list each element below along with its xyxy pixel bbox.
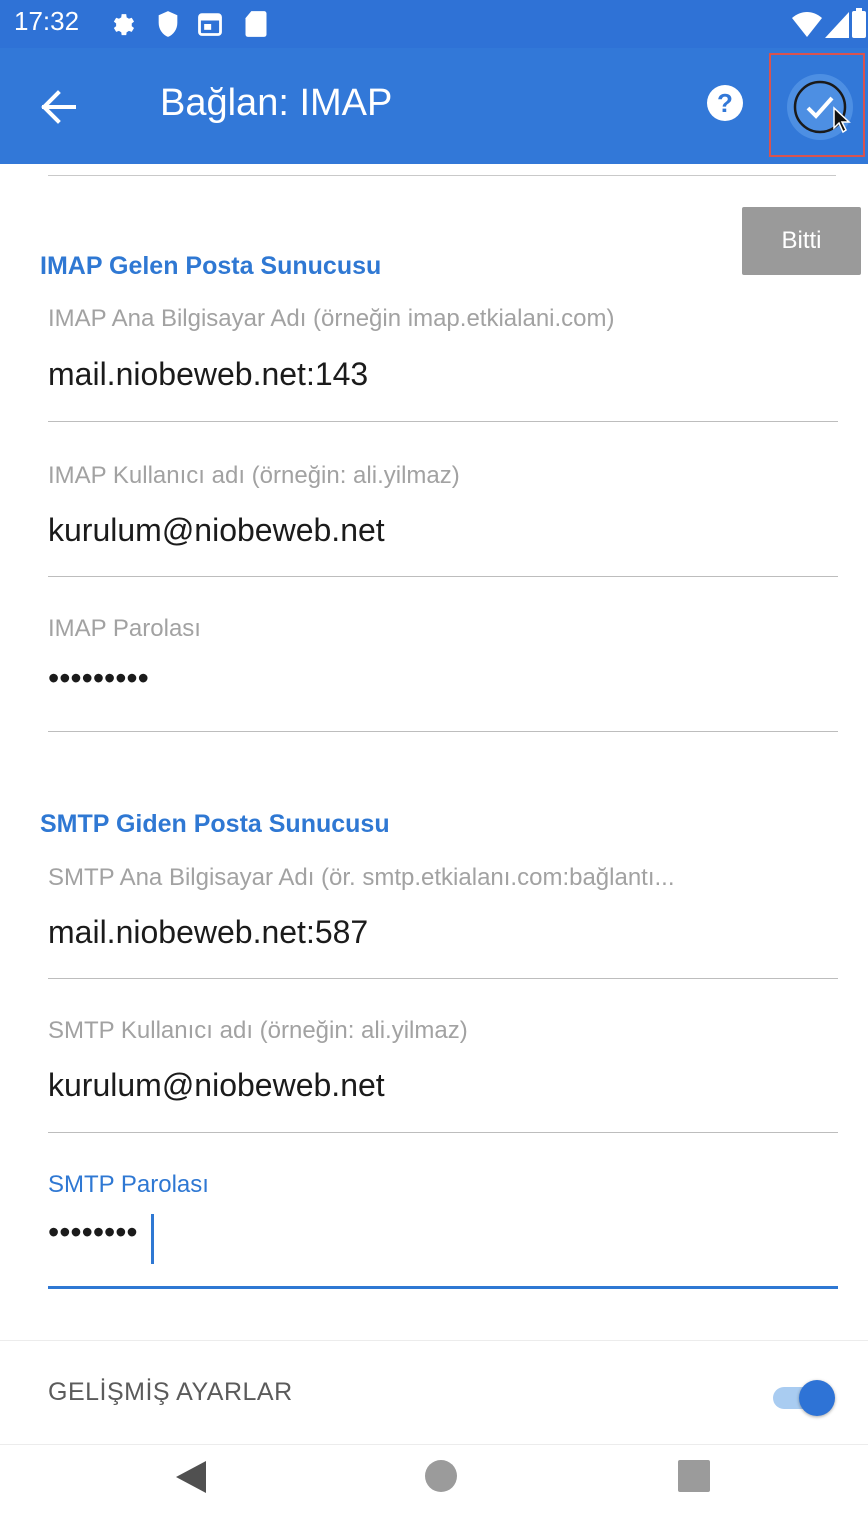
- status-time: 17:32: [14, 6, 80, 36]
- smtp-host-value[interactable]: mail.niobeweb.net:587: [48, 914, 368, 951]
- done-button[interactable]: Bitti: [742, 207, 861, 275]
- imap-section-title: IMAP Gelen Posta Sunucusu: [40, 252, 382, 280]
- arrow-left-icon: [41, 90, 76, 124]
- smtp-username-value[interactable]: kurulum@niobeweb.net: [48, 1067, 385, 1104]
- action-highlight-frame: [769, 53, 865, 157]
- smtp-password-label: SMTP Parolası: [48, 1171, 209, 1198]
- smtp-password-underline: [48, 1286, 838, 1289]
- nav-back-button[interactable]: [174, 1459, 208, 1500]
- shield-icon: [158, 11, 178, 37]
- back-triangle-icon: [176, 1461, 206, 1493]
- page-title: Bağlan: IMAP: [160, 82, 393, 124]
- cell-signal-icon: [825, 12, 849, 38]
- divider-line: [0, 1340, 868, 1341]
- back-button[interactable]: [30, 78, 88, 136]
- smtp-password-value[interactable]: ••••••••: [48, 1214, 138, 1251]
- app-bar: Bağlan: IMAP ?: [0, 48, 868, 164]
- imap-username-underline: [48, 576, 838, 577]
- smtp-username-underline: [48, 1132, 838, 1133]
- recents-square-icon: [678, 1460, 710, 1492]
- imap-host-label: IMAP Ana Bilgisayar Adı (örneğin imap.et…: [48, 305, 615, 332]
- nav-recents-button[interactable]: [678, 1460, 710, 1497]
- home-circle-icon: [425, 1460, 457, 1492]
- imap-username-value[interactable]: kurulum@niobeweb.net: [48, 512, 385, 549]
- nav-home-button[interactable]: [424, 1459, 458, 1498]
- text-caret: [151, 1214, 154, 1264]
- imap-password-underline: [48, 731, 838, 732]
- smtp-section-title: SMTP Giden Posta Sunucusu: [40, 810, 390, 838]
- imap-password-value[interactable]: •••••••••: [48, 660, 149, 697]
- smtp-username-label: SMTP Kullanıcı adı (örneğin: ali.yilmaz): [48, 1017, 468, 1044]
- gear-icon: [113, 14, 135, 36]
- imap-password-label: IMAP Parolası: [48, 615, 201, 642]
- divider-line: [48, 175, 836, 176]
- sd-card-icon: [245, 11, 267, 37]
- advanced-settings-toggle[interactable]: [773, 1380, 835, 1416]
- divider-line: [0, 1444, 868, 1445]
- imap-host-value[interactable]: mail.niobeweb.net:143: [48, 356, 368, 393]
- help-circle-icon: ?: [707, 85, 743, 121]
- status-bar: 17:32: [0, 0, 868, 48]
- svg-text:?: ?: [717, 88, 733, 118]
- smtp-host-underline: [48, 978, 838, 979]
- wifi-icon: [792, 12, 822, 37]
- imap-username-label: IMAP Kullanıcı adı (örneğin: ali.yilmaz): [48, 462, 460, 489]
- smtp-host-label: SMTP Ana Bilgisayar Adı (ör. smtp.etkial…: [48, 864, 675, 891]
- mouse-cursor-icon: [833, 106, 851, 134]
- calendar-icon: [198, 13, 222, 36]
- help-button[interactable]: ?: [706, 84, 744, 122]
- imap-host-underline: [48, 421, 838, 422]
- system-nav-bar: [0, 1447, 868, 1513]
- battery-icon: [852, 8, 866, 38]
- advanced-settings-label: GELİŞMİŞ AYARLAR: [48, 1378, 293, 1406]
- toggle-knob: [799, 1380, 835, 1416]
